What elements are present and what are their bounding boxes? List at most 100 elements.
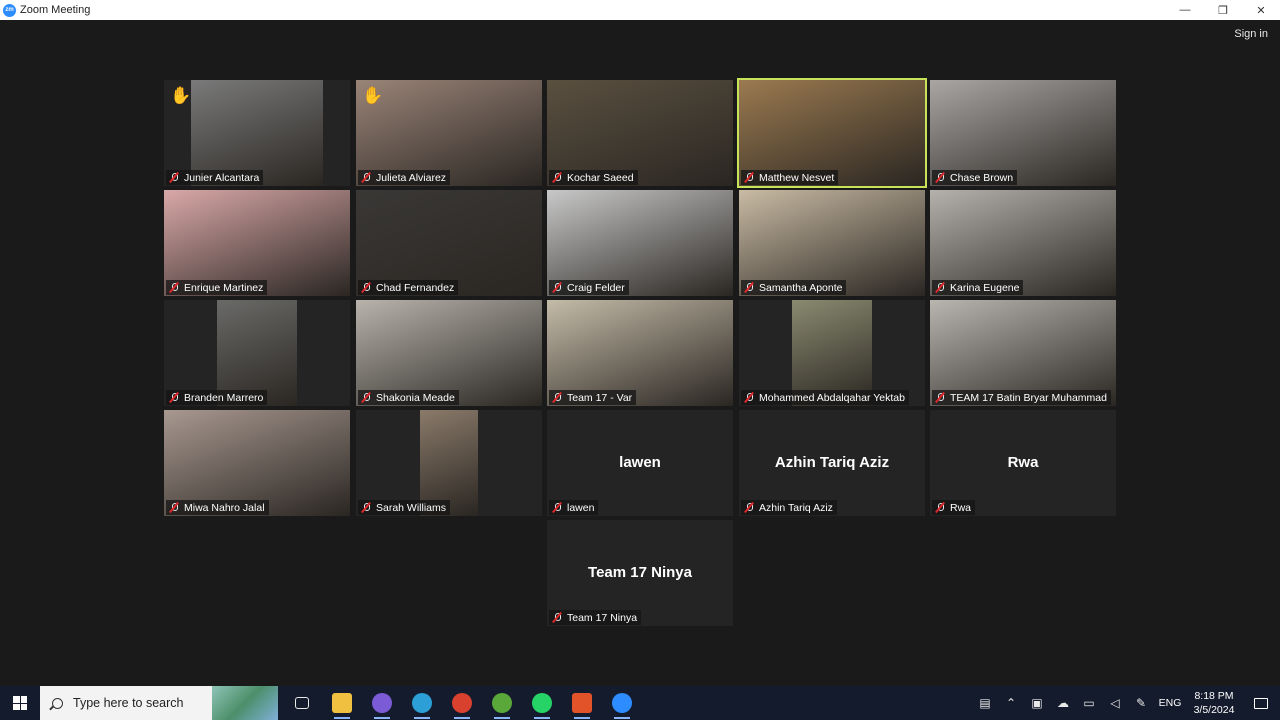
- onedrive-cloud-icon[interactable]: ☁: [1050, 686, 1076, 720]
- viber-taskbar-button[interactable]: [362, 686, 402, 720]
- taskbar-search-box[interactable]: Type here to search: [40, 686, 212, 720]
- muted-mic-icon: [361, 282, 371, 293]
- muted-mic-icon: [935, 172, 945, 183]
- participant-display-name: lawen: [619, 454, 661, 471]
- participant-name: Mohammed Abdalqahar Yektab: [759, 391, 905, 404]
- participant-name: Chase Brown: [950, 171, 1014, 184]
- participant-tile[interactable]: Chad Fernandez: [356, 190, 542, 296]
- close-button[interactable]: ✕: [1242, 0, 1280, 20]
- muted-mic-icon: [169, 172, 179, 183]
- chrome-icon: [452, 693, 472, 713]
- windows-taskbar: Type here to search ▤ ⌃ ▣ ☁ ▭ ◁ ✎ ENG 8:…: [0, 686, 1280, 720]
- participant-name-tag: Azhin Tariq Aziz: [741, 500, 837, 515]
- participant-name-tag: Branden Marrero: [166, 390, 268, 405]
- participant-name: Junier Alcantara: [184, 171, 260, 184]
- participant-tile[interactable]: Samantha Aponte: [739, 190, 925, 296]
- start-button[interactable]: [0, 686, 40, 720]
- muted-mic-icon: [169, 502, 179, 513]
- file-explorer-taskbar-button[interactable]: [322, 686, 362, 720]
- participant-tile[interactable]: Craig Felder: [547, 190, 733, 296]
- muted-mic-icon: [935, 502, 945, 513]
- participant-tile[interactable]: Team 17 Ninya Team 17 Ninya: [547, 520, 733, 626]
- participant-tile[interactable]: lawen lawen: [547, 410, 733, 516]
- muted-mic-icon: [552, 172, 562, 183]
- meeting-gallery: Sign in ✋ Junier Alcantara ✋ Julieta Alviar…: [0, 20, 1280, 686]
- muted-mic-icon: [744, 172, 754, 183]
- participant-tile[interactable]: Branden Marrero: [164, 300, 350, 406]
- chevron-up-icon[interactable]: ⌃: [998, 686, 1024, 720]
- participant-tile[interactable]: Shakonia Meade: [356, 300, 542, 406]
- muted-mic-icon: [744, 502, 754, 513]
- title-bar: zm Zoom Meeting — ❐ ✕: [0, 0, 1280, 20]
- search-highlight-image[interactable]: [212, 686, 278, 720]
- participant-tile[interactable]: Chase Brown: [930, 80, 1116, 186]
- participant-tile[interactable]: Team 17 - Var: [547, 300, 733, 406]
- minimize-button[interactable]: —: [1166, 0, 1204, 20]
- participant-tile[interactable]: Azhin Tariq Aziz Azhin Tariq Aziz: [739, 410, 925, 516]
- participant-tile[interactable]: Miwa Nahro Jalal: [164, 410, 350, 516]
- participant-tile[interactable]: Matthew Nesvet: [737, 78, 927, 188]
- battery-icon[interactable]: ▭: [1076, 686, 1102, 720]
- participant-tile[interactable]: ✋ Julieta Alviarez: [356, 80, 542, 186]
- sign-in-link[interactable]: Sign in: [1234, 28, 1268, 40]
- participant-name-tag: Samantha Aponte: [741, 280, 847, 295]
- participant-name: Samantha Aponte: [759, 281, 843, 294]
- participant-name-tag: Enrique Martinez: [166, 280, 268, 295]
- utorrent-taskbar-button[interactable]: [482, 686, 522, 720]
- participant-tile[interactable]: TEAM 17 Batin Bryar Muhammad: [930, 300, 1116, 406]
- whatsapp-taskbar-button[interactable]: [522, 686, 562, 720]
- participant-name-tag: Rwa: [932, 500, 976, 515]
- maximize-button[interactable]: ❐: [1204, 0, 1242, 20]
- chrome-taskbar-button[interactable]: [442, 686, 482, 720]
- participant-tile[interactable]: Enrique Martinez: [164, 190, 350, 296]
- muted-mic-icon: [552, 392, 562, 403]
- language-indicator[interactable]: ENG: [1154, 697, 1186, 709]
- muted-mic-icon: [361, 172, 371, 183]
- participant-name: Team 17 - Var: [567, 391, 633, 404]
- zoom-app-icon: zm: [3, 3, 16, 17]
- task-view-taskbar-button[interactable]: [282, 686, 322, 720]
- windows-logo-icon: [13, 696, 27, 710]
- participant-tile[interactable]: Sarah Williams: [356, 410, 542, 516]
- raised-hand-icon: ✋: [170, 86, 192, 105]
- volume-icon[interactable]: ◁: [1102, 686, 1128, 720]
- muted-mic-icon: [552, 282, 562, 293]
- system-tray: ▤ ⌃ ▣ ☁ ▭ ◁ ✎ ENG 8:18 PM 3/5/2024: [972, 686, 1280, 720]
- clock[interactable]: 8:18 PM 3/5/2024: [1186, 689, 1242, 717]
- participant-name: Azhin Tariq Aziz: [759, 501, 833, 514]
- whatsapp-icon: [532, 693, 552, 713]
- search-placeholder: Type here to search: [73, 696, 184, 710]
- participant-name-tag: Team 17 - Var: [549, 390, 637, 405]
- notification-icon: [1254, 697, 1268, 709]
- office-taskbar-button[interactable]: [562, 686, 602, 720]
- participant-tile[interactable]: Rwa Rwa: [930, 410, 1116, 516]
- office-icon: [572, 693, 592, 713]
- notification-center-button[interactable]: [1242, 686, 1280, 720]
- participant-name-tag: Julieta Alviarez: [358, 170, 451, 185]
- muted-mic-icon: [744, 282, 754, 293]
- window-title: Zoom Meeting: [20, 4, 91, 16]
- meet-now-icon[interactable]: ▣: [1024, 686, 1050, 720]
- participant-name-tag: Team 17 Ninya: [549, 610, 642, 625]
- participant-tile[interactable]: ✋ Junier Alcantara: [164, 80, 350, 186]
- utorrent-icon: [492, 693, 512, 713]
- news-widget-icon[interactable]: ▤: [972, 686, 998, 720]
- participant-name-tag: Craig Felder: [549, 280, 629, 295]
- pen-icon[interactable]: ✎: [1128, 686, 1154, 720]
- participant-name: Miwa Nahro Jalal: [184, 501, 265, 514]
- participant-name: Kochar Saeed: [567, 171, 634, 184]
- participant-tile[interactable]: Karina Eugene: [930, 190, 1116, 296]
- participant-name: Sarah Williams: [376, 501, 447, 514]
- participant-name: TEAM 17 Batin Bryar Muhammad: [950, 391, 1107, 404]
- muted-mic-icon: [935, 392, 945, 403]
- muted-mic-icon: [361, 392, 371, 403]
- participant-name: Matthew Nesvet: [759, 171, 835, 184]
- participant-name-tag: TEAM 17 Batin Bryar Muhammad: [932, 390, 1111, 405]
- edge-taskbar-button[interactable]: [402, 686, 442, 720]
- clock-time: 8:18 PM: [1194, 690, 1234, 702]
- raised-hand-icon: ✋: [362, 86, 384, 105]
- participant-name: Rwa: [950, 501, 972, 514]
- participant-tile[interactable]: Kochar Saeed: [547, 80, 733, 186]
- zoom-taskbar-button[interactable]: [602, 686, 642, 720]
- participant-tile[interactable]: Mohammed Abdalqahar Yektab: [739, 300, 925, 406]
